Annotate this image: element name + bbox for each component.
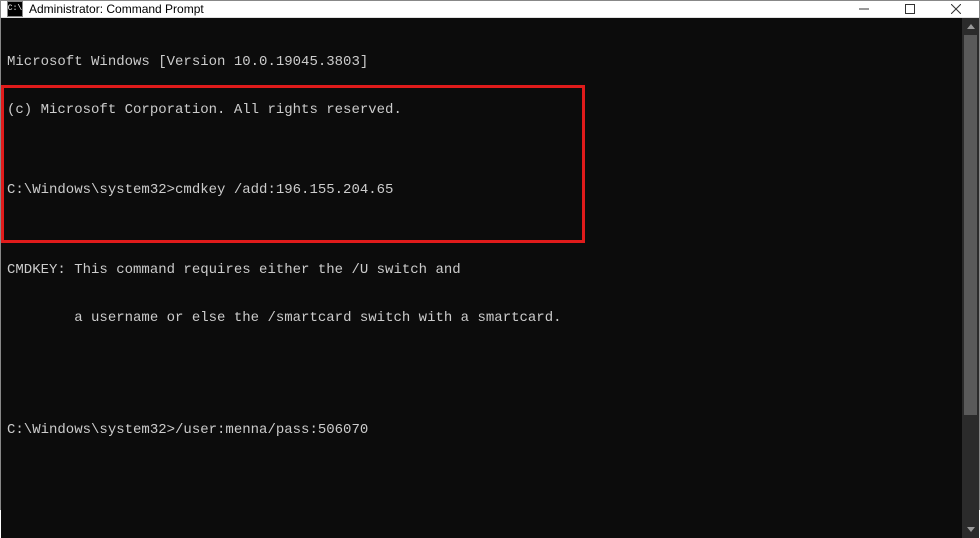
- console-line: CMDKEY: This command requires either the…: [7, 262, 956, 278]
- titlebar[interactable]: C:\ Administrator: Command Prompt: [1, 1, 979, 18]
- command-prompt-window: C:\ Administrator: Command Prompt Micros…: [0, 0, 980, 510]
- scroll-down-icon[interactable]: [962, 521, 979, 538]
- window-title: Administrator: Command Prompt: [29, 2, 841, 16]
- cmd-icon: C:\: [7, 1, 23, 17]
- console-line: C:\Windows\system32>/user:menna/pass:506…: [7, 422, 956, 438]
- window-controls: [841, 1, 979, 17]
- close-button[interactable]: [933, 1, 979, 17]
- console-area: Microsoft Windows [Version 10.0.19045.38…: [1, 18, 979, 538]
- console-line: (c) Microsoft Corporation. All rights re…: [7, 102, 956, 118]
- console-content[interactable]: Microsoft Windows [Version 10.0.19045.38…: [1, 18, 962, 538]
- vertical-scrollbar[interactable]: [962, 18, 979, 538]
- console-line: a username or else the /smartcard switch…: [7, 310, 956, 326]
- cmd-icon-text: C:\: [8, 5, 22, 13]
- scroll-thumb[interactable]: [964, 35, 977, 415]
- maximize-button[interactable]: [887, 1, 933, 17]
- minimize-button[interactable]: [841, 1, 887, 17]
- console-line: C:\Windows\system32>cmdkey /add:196.155.…: [7, 182, 956, 198]
- console-line: Microsoft Windows [Version 10.0.19045.38…: [7, 54, 956, 70]
- scroll-up-icon[interactable]: [962, 18, 979, 35]
- scroll-track[interactable]: [962, 35, 979, 521]
